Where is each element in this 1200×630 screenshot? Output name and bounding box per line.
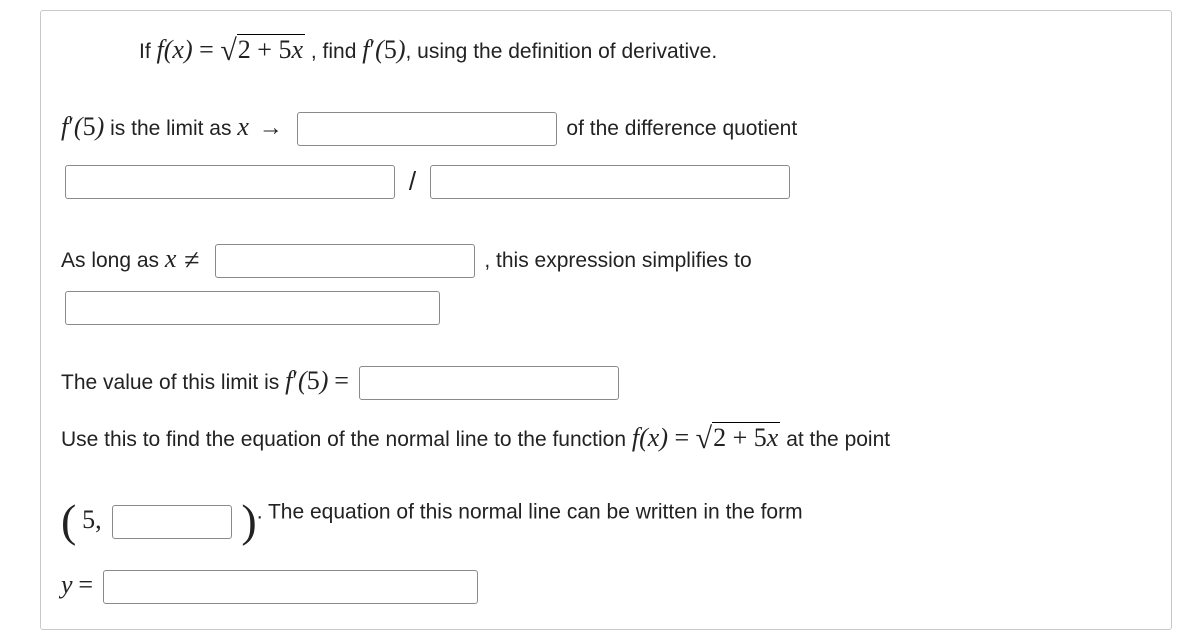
math-sqrt-2-plus-5x-b: √2 + 5x xyxy=(696,407,781,467)
text-normal-line-form: The equation of this normal line can be … xyxy=(268,501,803,524)
math-equals: = xyxy=(199,35,220,64)
input-x-not-equal[interactable] xyxy=(215,244,475,278)
question-frame: If f(x) = √2 + 5x , find f′(5), using th… xyxy=(40,10,1172,630)
limit-definition-line: f′(5) is the limit as x → of the differe… xyxy=(61,101,1151,205)
text-simplifies-to: this expression simplifies to xyxy=(496,249,752,272)
math-sqrt-2-plus-5x: √2 + 5x xyxy=(220,25,305,73)
text-comma: , xyxy=(484,249,496,272)
text-use-this: Use this to find the equation of the nor… xyxy=(61,428,632,451)
input-diff-quotient-numerator[interactable] xyxy=(65,165,395,199)
prompt-line: If f(x) = √2 + 5x , find f′(5), using th… xyxy=(139,25,1151,73)
text-as-long-as: As long as xyxy=(61,249,165,272)
math-equals-d: = xyxy=(78,570,93,599)
math-y: y xyxy=(61,570,73,599)
text-find: , find xyxy=(311,40,362,63)
point-group: ( 5, ) xyxy=(61,467,257,559)
point-x-value: 5 xyxy=(82,505,95,534)
input-normal-line-equation[interactable] xyxy=(103,570,478,604)
math-fprime-5: f′(5) xyxy=(362,35,405,64)
math-f-of-x-b: f(x) xyxy=(632,423,675,452)
arrow-icon: → xyxy=(255,115,287,141)
text-value-of-limit: The value of this limit is xyxy=(61,371,285,394)
text-is-the-limit-as: is the limit as xyxy=(110,117,237,140)
not-equal-icon: ≠ xyxy=(182,245,204,276)
text-of-difference-quotient: of the difference quotient xyxy=(566,117,797,140)
simplify-line: As long as x ≠ , this expression simplif… xyxy=(61,231,1151,329)
math-fprime-5-c: f′(5) xyxy=(285,366,328,395)
math-x: x xyxy=(237,112,249,141)
value-and-normal-line: The value of this limit is f′(5) = Use t… xyxy=(61,355,1151,611)
input-limit-point[interactable] xyxy=(297,112,557,146)
slash-divider: / xyxy=(405,166,420,196)
input-point-y-value[interactable] xyxy=(112,505,232,539)
math-x-b: x xyxy=(165,244,177,273)
point-comma: , xyxy=(95,505,102,534)
input-diff-quotient-denominator[interactable] xyxy=(430,165,790,199)
text-at-the-point: at the point xyxy=(786,428,890,451)
text-period: . xyxy=(257,501,268,524)
math-f-of-x: f(x) xyxy=(157,35,200,64)
input-fprime-5-value[interactable] xyxy=(359,366,619,400)
right-paren-icon: ) xyxy=(241,495,256,546)
math-equals-b: = xyxy=(334,366,349,395)
input-simplified-expression[interactable] xyxy=(65,291,440,325)
left-paren-icon: ( xyxy=(61,495,76,546)
math-equals-c: = xyxy=(674,423,695,452)
text-if: If xyxy=(139,40,157,63)
math-fprime-5-b: f′(5) xyxy=(61,112,104,141)
text-using-def: , using the definition of derivative. xyxy=(405,40,717,63)
